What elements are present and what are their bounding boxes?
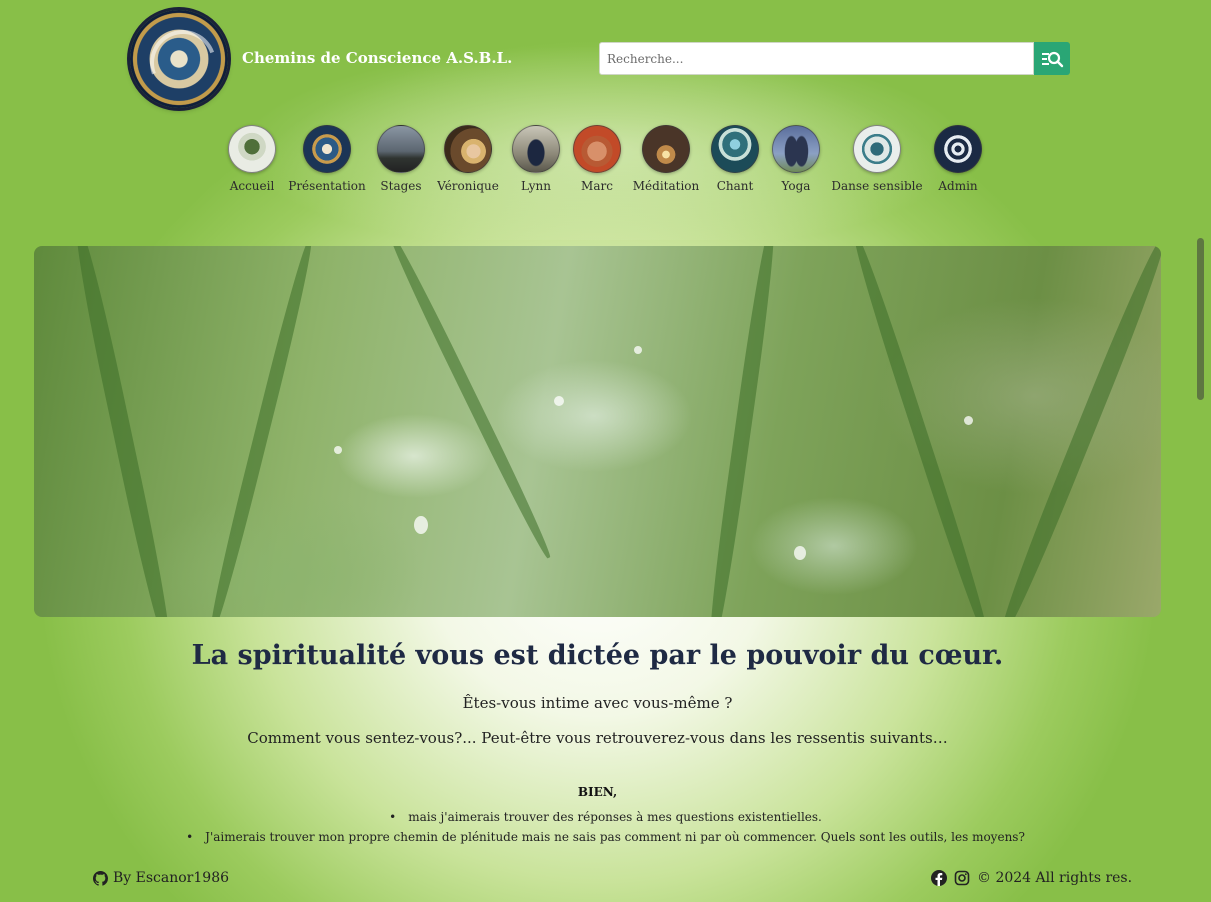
nav-label: Présentation — [288, 179, 366, 193]
site-title[interactable]: Chemins de Conscience A.S.B.L. — [242, 49, 512, 67]
dew-drop — [634, 346, 642, 354]
main-nav: Accueil Présentation Stages Véronique Ly… — [0, 125, 1211, 200]
nav-label: Yoga — [781, 179, 811, 193]
nav-label: Marc — [581, 179, 613, 193]
nav-label: Chant — [716, 179, 754, 193]
facebook-icon[interactable] — [931, 870, 947, 886]
footer-author[interactable]: By Escanor1986 — [93, 870, 229, 886]
dew-drop — [964, 416, 973, 425]
list-item: mais j'aimerais trouver des réponses à m… — [0, 809, 1211, 829]
portrait-icon — [573, 125, 621, 173]
clover-icon — [228, 125, 276, 173]
search-list-icon — [1042, 51, 1064, 68]
dew-drop — [794, 546, 806, 560]
target-icon — [934, 125, 982, 173]
instagram-icon[interactable] — [954, 870, 970, 886]
intro-text: Comment vous sentez-vous?... Peut-être v… — [247, 729, 948, 747]
nav-label: Admin — [938, 179, 978, 193]
wave-emblem-icon — [853, 125, 901, 173]
candle-icon — [642, 125, 690, 173]
nav-label: Accueil — [229, 179, 275, 193]
grass-blade — [205, 246, 317, 617]
yin-yang-icon — [303, 125, 351, 173]
footer-social: © 2024 All rights res. — [931, 870, 1132, 886]
page-headline: La spiritualité vous est dictée par le p… — [191, 640, 1004, 671]
grass-blade — [849, 246, 993, 617]
grass-blade — [995, 246, 1161, 617]
feelings-list: mais j'aimerais trouver des réponses à m… — [0, 809, 1211, 849]
dew-drop — [334, 446, 342, 454]
nav-item-admin[interactable]: Admin — [913, 125, 1003, 193]
list-item: J'aimerais trouver mon propre chemin de … — [0, 829, 1211, 849]
footer-author-label: By Escanor1986 — [113, 870, 230, 886]
nav-label: Lynn — [521, 179, 551, 193]
nav-label: Véronique — [437, 179, 499, 193]
portrait-icon — [444, 125, 492, 173]
copyright-text: © 2024 All rights res. — [977, 870, 1133, 886]
grass-blade — [385, 246, 555, 561]
scrollbar[interactable] — [1197, 238, 1204, 400]
github-icon — [93, 870, 108, 886]
grass-blade — [704, 246, 780, 617]
search-input[interactable] — [599, 42, 1034, 75]
dew-drop — [414, 516, 428, 534]
grass-blade — [70, 246, 176, 617]
landscape-icon — [377, 125, 425, 173]
nav-label: Danse sensible — [831, 179, 923, 193]
nav-item-danse-sensible[interactable]: Danse sensible — [831, 125, 923, 193]
section-label: BIEN, — [577, 785, 618, 799]
hero-image — [34, 246, 1161, 617]
intro-question: Êtes-vous intime avec vous-même ? — [462, 694, 733, 712]
nav-label: Stages — [380, 179, 422, 193]
yoga-icon — [772, 125, 820, 173]
nav-item-yoga[interactable]: Yoga — [751, 125, 841, 193]
search-button[interactable] — [1034, 42, 1070, 75]
search-bar — [599, 42, 1070, 76]
dew-drop — [554, 396, 564, 406]
